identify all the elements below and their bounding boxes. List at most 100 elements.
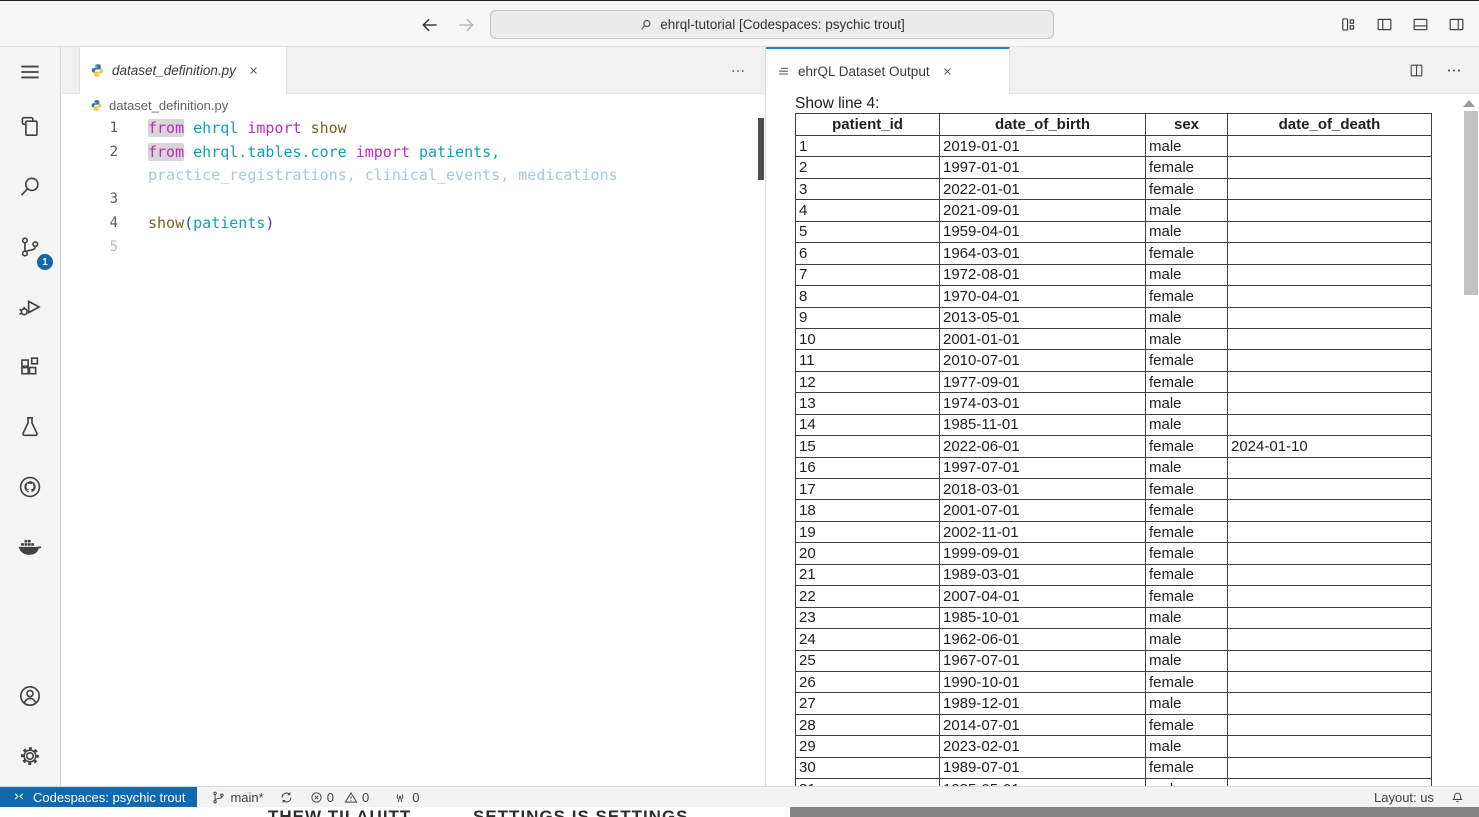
table-column-header: patient_id (796, 114, 940, 136)
code-token: ehrql (193, 119, 238, 137)
table-cell (1228, 136, 1432, 157)
table-cell: 2014-07-01 (940, 714, 1146, 735)
line-number: 3 (62, 191, 118, 207)
sidebar-item-source-control[interactable]: 1 (0, 217, 60, 277)
table-cell (1228, 350, 1432, 371)
extensions-icon (17, 354, 43, 380)
code-token (238, 119, 247, 137)
table-cell: 7 (796, 264, 940, 285)
code-editor[interactable]: 1from ehrql import show2from ehrql.table… (62, 116, 765, 259)
table-cell: female (1146, 479, 1228, 500)
sidebar-item-settings[interactable] (0, 726, 60, 786)
output-preview-icon (776, 64, 791, 79)
table-cell: female (1146, 243, 1228, 264)
editor-group: dataset_definition.py dataset_definition… (62, 47, 765, 786)
table-row: 131974-03-01male (796, 393, 1432, 414)
code-token (184, 119, 193, 137)
table-cell: female (1146, 543, 1228, 564)
sidebar-item-docker[interactable] (0, 517, 60, 577)
search-icon (17, 174, 43, 200)
tab-label: dataset_definition.py (112, 63, 236, 78)
branch-icon (211, 790, 226, 805)
table-row: 42021-09-01male (796, 200, 1432, 221)
split-editor-icon[interactable] (1408, 62, 1425, 79)
table-cell: 5 (796, 221, 940, 242)
table-cell: male (1146, 693, 1228, 714)
table-cell: 24 (796, 629, 940, 650)
forward-arrow-icon[interactable] (456, 15, 476, 35)
tab-ehrql-dataset-output[interactable]: ehrQL Dataset Output (766, 47, 1010, 94)
table-cell: 2013-05-01 (940, 307, 1146, 328)
table-column-header: date_of_death (1228, 114, 1432, 136)
table-cell: 2010-07-01 (940, 350, 1146, 371)
sidebar-item-search[interactable] (0, 157, 60, 217)
error-icon (309, 790, 324, 805)
sync-button[interactable] (279, 790, 294, 805)
code-token: show (148, 214, 184, 232)
table-row: 251967-07-01male (796, 650, 1432, 671)
table-cell: male (1146, 457, 1228, 478)
code-line: 1from ehrql import show (62, 116, 765, 140)
table-cell: 2023-02-01 (940, 736, 1146, 757)
sidebar-item-testing[interactable] (0, 397, 60, 457)
table-cell: male (1146, 264, 1228, 285)
editor-scrollbar[interactable] (758, 118, 764, 180)
ports-indicator[interactable]: 0 (392, 790, 419, 805)
table-cell: 1997-07-01 (940, 457, 1146, 478)
webview-scrollbar[interactable] (1464, 111, 1478, 295)
table-cell: 31 (796, 779, 940, 786)
dataset-output-webview: Show line 4: patient_iddate_of_birthsexd… (766, 94, 1479, 786)
table-cell (1228, 178, 1432, 199)
customize-layout-icon[interactable] (1339, 15, 1358, 34)
more-actions-icon[interactable] (1445, 62, 1463, 79)
more-actions-icon[interactable] (729, 63, 747, 79)
code-token: from (148, 119, 184, 137)
table-cell (1228, 543, 1432, 564)
command-center-search[interactable]: ehrql-tutorial [Codespaces: psychic trou… (490, 10, 1054, 39)
code-token: patients, (419, 143, 500, 161)
sidebar-item-explorer[interactable] (0, 97, 60, 157)
layout-indicator[interactable]: Layout: us (1374, 790, 1434, 805)
sidebar-item-account[interactable] (0, 666, 60, 726)
python-file-icon (90, 63, 105, 78)
back-arrow-icon[interactable] (420, 15, 440, 35)
sidebar-item-extensions[interactable] (0, 337, 60, 397)
close-icon[interactable] (247, 64, 260, 77)
code-token: ehrql.tables.core (193, 143, 347, 161)
code-line: 5 (62, 235, 765, 259)
code-line: 4show(patients) (62, 211, 765, 235)
breadcrumb[interactable]: dataset_definition.py (62, 94, 765, 116)
table-row: 222007-04-01female (796, 586, 1432, 607)
table-cell: female (1146, 286, 1228, 307)
table-row: 112010-07-01female (796, 350, 1432, 371)
panel-left-icon[interactable] (1375, 15, 1394, 34)
remote-indicator[interactable]: Codespaces: psychic trout (0, 787, 197, 807)
gear-icon (17, 743, 43, 769)
table-cell: 1999-09-01 (940, 543, 1146, 564)
tab-dataset-definition[interactable]: dataset_definition.py (79, 47, 287, 94)
table-row: 161997-07-01male (796, 457, 1432, 478)
table-cell (1228, 286, 1432, 307)
close-icon[interactable] (941, 65, 954, 78)
panel-bottom-icon[interactable] (1411, 15, 1430, 34)
table-cell: 2019-01-01 (940, 136, 1146, 157)
branch-indicator[interactable]: main* (211, 790, 263, 805)
sidebar-item-run-debug[interactable] (0, 277, 60, 337)
table-cell (1228, 157, 1432, 178)
table-cell: 27 (796, 693, 940, 714)
remote-label: Codespaces: psychic trout (33, 790, 185, 805)
table-cell: male (1146, 328, 1228, 349)
table-cell: 1985-10-01 (940, 607, 1146, 628)
table-cell: 1985-05-01 (940, 779, 1146, 786)
bell-icon[interactable] (1450, 790, 1465, 805)
window-title: ehrql-tutorial [Codespaces: psychic trou… (660, 17, 905, 32)
table-cell (1228, 693, 1432, 714)
panel-right-icon[interactable] (1447, 15, 1466, 34)
scrollbar-up-arrow[interactable] (1463, 100, 1475, 107)
table-row: 152022-06-01female2024-01-10 (796, 436, 1432, 457)
problems-indicator[interactable]: 0 0 (309, 790, 369, 805)
menu-button[interactable] (0, 47, 60, 97)
sidebar-item-github[interactable] (0, 457, 60, 517)
table-cell: 1977-09-01 (940, 371, 1146, 392)
table-cell: 18 (796, 500, 940, 521)
